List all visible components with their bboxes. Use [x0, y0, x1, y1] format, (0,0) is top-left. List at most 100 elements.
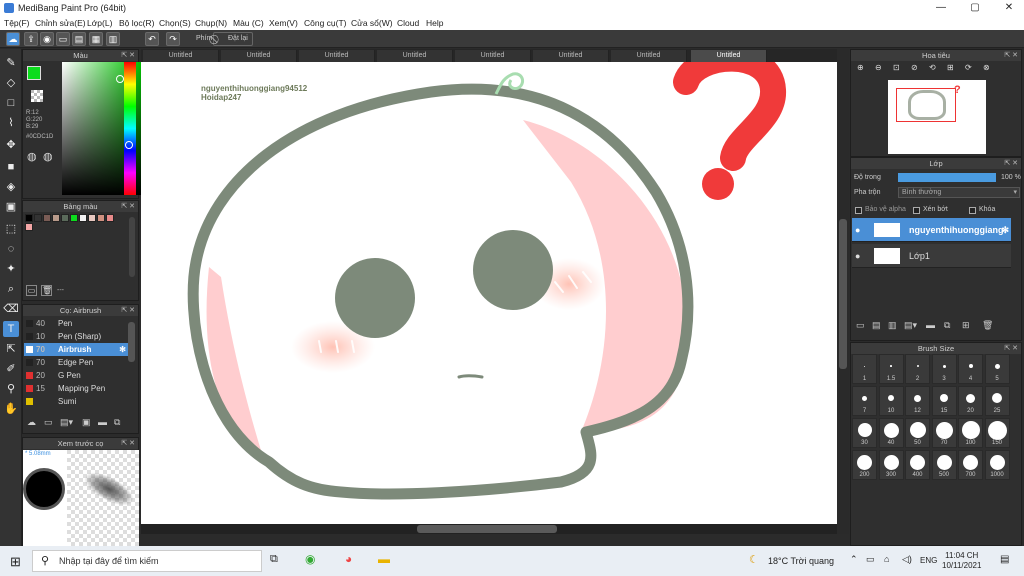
chevron-up-icon[interactable]: ⌃ [850, 554, 858, 565]
palette-swatch[interactable] [25, 214, 33, 222]
brush-new-icon[interactable]: ▭ [44, 417, 53, 428]
brush-item[interactable]: 20 G Pen [24, 369, 128, 382]
brush-item[interactable]: 15 Mapping Pen [24, 382, 128, 395]
palette-swatch[interactable] [25, 223, 33, 231]
eyedropper-icon[interactable]: ⚲ [3, 381, 19, 397]
protect-alpha-checkbox[interactable] [855, 207, 862, 214]
volume-icon[interactable]: ◁) [902, 554, 912, 565]
lasso-tool-icon[interactable]: ◌ [3, 241, 19, 257]
palette-delete-icon[interactable]: 🗑 [41, 285, 52, 296]
grid-icon[interactable]: ▦ [89, 32, 103, 46]
palette-swatch[interactable] [52, 214, 60, 222]
navigator-thumbnail[interactable]: ? [888, 80, 986, 154]
palette-swatch[interactable] [88, 214, 96, 222]
new-8bit-icon[interactable]: ▥ [888, 320, 897, 331]
app-icon-green[interactable]: ◉ [305, 552, 315, 566]
zoom-in-icon[interactable]: ⊕ [857, 63, 864, 72]
eraser-tool-icon[interactable]: ◇ [3, 75, 19, 91]
notification-icon[interactable]: ▤ [1000, 554, 1009, 565]
windows-start-icon[interactable]: ⊞ [10, 554, 21, 570]
brush-size-option[interactable]: 200 [852, 450, 877, 480]
save-icon[interactable]: ▤ [72, 32, 86, 46]
rotate-right-icon[interactable]: ⟳ [965, 63, 972, 72]
brush-size-option[interactable]: 150 [984, 418, 1010, 448]
close-button[interactable]: ✕ [994, 1, 1024, 15]
select-eraser-icon[interactable]: ⌫ [3, 301, 19, 317]
delete-layer-icon[interactable]: 🗑 [982, 320, 993, 331]
brush-item[interactable]: 40 Pen [24, 317, 128, 330]
brush-size-option[interactable]: 20 [958, 386, 983, 416]
drawing-canvas[interactable]: nguyenthihuonggiang94512 Hoidap247 [141, 62, 837, 524]
brush-size-option[interactable]: 25 [984, 386, 1010, 416]
undo-icon[interactable]: ↶ [145, 32, 159, 46]
layer-row[interactable]: ● nguyenthihuonggiang ✻ [852, 218, 1011, 242]
folder-icon[interactable]: ▬ [926, 320, 935, 330]
select-tool-icon[interactable]: ⬚ [3, 221, 19, 237]
palette-swatch[interactable] [70, 214, 78, 222]
brush-size-option[interactable]: 50 [905, 418, 930, 448]
tab-document[interactable]: Untitled [533, 50, 609, 62]
brush-folder-icon[interactable]: ▬ [98, 417, 107, 427]
secondary-color-swatch[interactable] [31, 90, 43, 102]
clip-checkbox[interactable] [913, 207, 920, 214]
menu-edit[interactable]: Chỉnh sửa(E) [35, 18, 86, 28]
operation-tool-icon[interactable]: ⇱ [3, 341, 19, 357]
zoom-out-icon[interactable]: ⊖ [875, 63, 882, 72]
brush-size-option[interactable]: 3 [931, 354, 957, 384]
move-tool-icon[interactable]: ✥ [3, 137, 19, 153]
duplicate-icon[interactable]: ⧉ [944, 320, 950, 331]
menu-select[interactable]: Chọn(S) [159, 18, 191, 28]
add-layer-menu-icon[interactable]: ▤▾ [904, 320, 917, 331]
new-file-icon[interactable]: ▭ [56, 32, 70, 46]
dot-tool-icon[interactable]: ⌇ [3, 115, 19, 131]
actual-size-icon[interactable]: ⊘ [911, 63, 918, 72]
fit-icon[interactable]: ⊡ [893, 63, 900, 72]
brush-size-option[interactable]: 500 [931, 450, 957, 480]
gear-icon[interactable]: ✻ [119, 343, 126, 356]
vertical-scrollbar[interactable] [837, 49, 849, 534]
brush-add-icon[interactable]: ▤▾ [60, 417, 73, 428]
clock[interactable]: 11:04 CH 10/11/2021 [942, 551, 981, 571]
brush-item[interactable]: 70 Edge Pen [24, 356, 128, 369]
gradient-tool-icon[interactable]: ▣ [3, 199, 19, 215]
eye-icon[interactable]: ● [855, 244, 860, 268]
hand-tool-icon[interactable]: ✋ [3, 401, 19, 417]
brush-scrollbar[interactable] [128, 322, 135, 362]
file-explorer-icon[interactable]: ▬ [378, 552, 390, 566]
redo-icon[interactable]: ↷ [166, 32, 180, 46]
network-icon[interactable]: ⌂ [884, 554, 889, 564]
brush-size-option[interactable]: 1.5 [878, 354, 904, 384]
brush-size-option[interactable]: 400 [905, 450, 930, 480]
brush-size-option[interactable]: 1 [852, 354, 877, 384]
new-layer-icon[interactable]: ▭ [856, 320, 865, 331]
brush-item[interactable]: 10 Pen (Sharp) [24, 330, 128, 343]
menu-filter[interactable]: Bộ lọc(R) [119, 18, 154, 28]
palette-swatch[interactable] [61, 214, 69, 222]
merge-icon[interactable]: ⊞ [962, 320, 970, 331]
menu-cloud[interactable]: Cloud [397, 18, 419, 28]
brush-size-option[interactable]: 100 [958, 418, 983, 448]
battery-icon[interactable]: ▭ [866, 554, 875, 565]
magic-wand-icon[interactable]: ✦ [3, 261, 19, 277]
brush-delete-icon[interactable]: ⧉ [114, 417, 120, 428]
lock-checkbox[interactable] [969, 207, 976, 214]
palette-swatch[interactable] [97, 214, 105, 222]
reset-button[interactable]: ⃠ Đặt lại [213, 32, 253, 46]
new-halftone-icon[interactable]: ▤ [872, 320, 881, 331]
language-indicator[interactable]: ENG [920, 556, 937, 565]
select-pen-icon[interactable]: ⌕ [3, 281, 19, 297]
layer-row[interactable]: ● Lớp1 [852, 244, 1011, 268]
chrome-icon[interactable]: ◕ [345, 552, 352, 566]
palette-swatch[interactable] [106, 214, 114, 222]
menu-layer[interactable]: Lớp(L) [87, 18, 112, 28]
hue-slider[interactable] [124, 62, 136, 195]
palette-scrollbar[interactable] [129, 217, 135, 277]
brush-size-option[interactable]: 40 [878, 418, 904, 448]
brush-tool-icon[interactable]: ✎ [3, 55, 19, 71]
brush-size-option[interactable]: 4 [958, 354, 983, 384]
export-icon[interactable]: ▥ [106, 32, 120, 46]
divide-tool-icon[interactable]: ✐ [3, 361, 19, 377]
brush-size-option[interactable]: 7 [852, 386, 877, 416]
palette-swatch[interactable] [34, 214, 42, 222]
brush-cloud-icon[interactable]: ☁ [27, 417, 36, 428]
